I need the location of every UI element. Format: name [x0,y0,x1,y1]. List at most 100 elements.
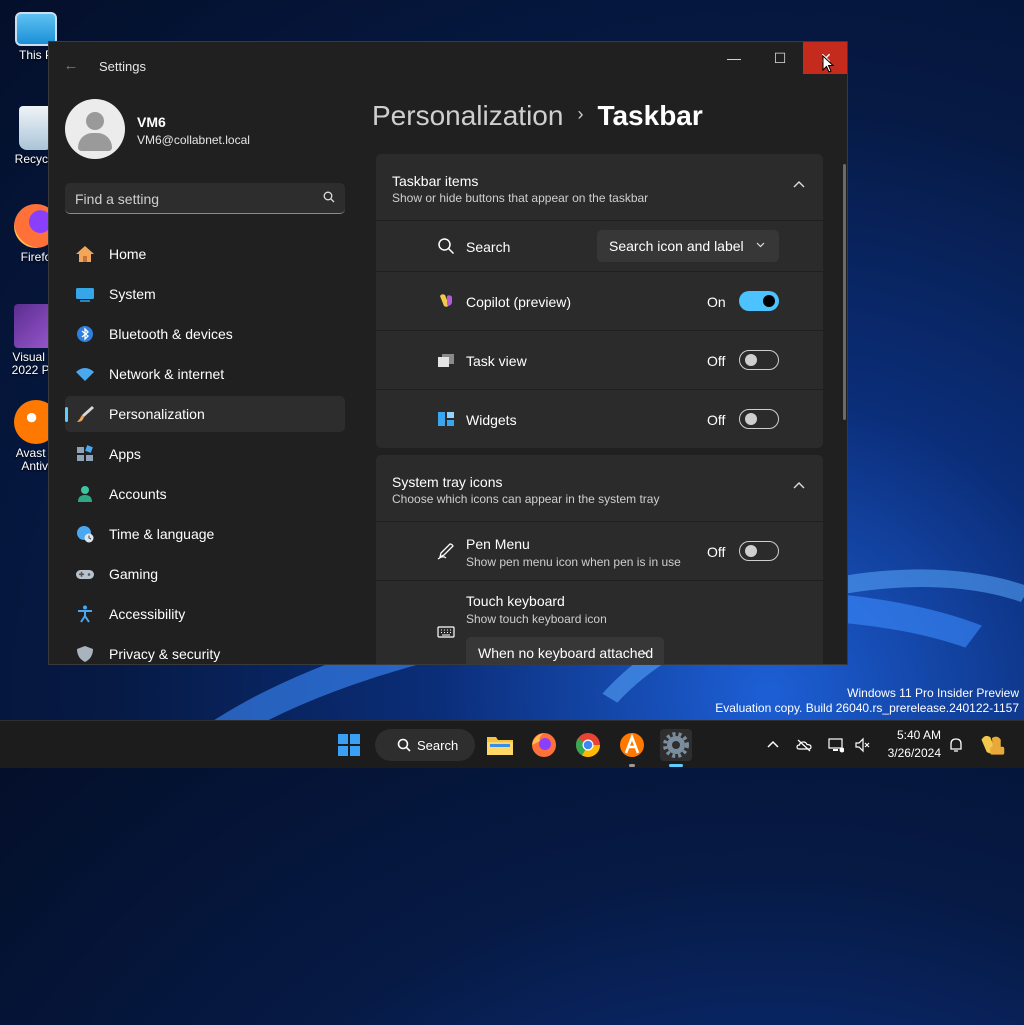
taskbar-search[interactable]: Search [375,729,475,761]
chevron-up-icon[interactable] [765,737,781,753]
sidebar-item-label: Personalization [109,406,205,422]
build-watermark: Windows 11 Pro Insider Preview Evaluatio… [715,686,1019,716]
avatar-head [86,112,104,130]
sidebar-item-accounts[interactable]: Accounts [65,476,345,512]
notification-bell-icon[interactable] [948,737,964,753]
sidebar-item-apps[interactable]: Apps [65,436,345,472]
apps-icon [77,445,93,461]
search-row-label: Search [466,239,511,255]
keyboard-icon [437,626,455,638]
toggle-knob [745,413,757,425]
copilot-pre-icon[interactable] [978,731,1006,759]
pen-icon [437,543,454,560]
search-mode-dropdown[interactable]: Search icon and label [597,230,779,262]
toggle-knob [763,295,775,307]
copilot-label: Copilot (preview) [466,294,572,310]
copilot-row: Copilot (preview) On [376,272,823,330]
volume-muted-icon[interactable] [854,737,870,753]
wifi-icon [76,368,94,381]
sidebar-item-network[interactable]: Network & internet [65,356,345,392]
toggle-knob [745,545,757,557]
search-box[interactable] [65,183,345,215]
settings-window: ← Settings — ☐ ✕ VM6 VM6@collabnet.local… [48,41,848,665]
taskbar-items-header[interactable]: Taskbar items Show or hide buttons that … [376,154,823,220]
scrollbar-thumb[interactable] [843,164,846,420]
dropdown-value: Search icon and label [609,238,744,254]
system-tray-header[interactable]: System tray icons Choose which icons can… [376,455,823,521]
sidebar-item-bluetooth[interactable]: Bluetooth & devices [65,316,345,352]
touch-keyboard-dropdown[interactable]: When no keyboard attached [466,637,664,664]
touch-keyboard-row: Touch keyboard Show touch keyboard icon … [376,581,823,664]
sidebar-item-system[interactable]: System [65,276,345,312]
toggle-state-text: On [707,294,726,310]
window-title: Settings [99,59,146,74]
clock-date[interactable]: 3/26/2024 [885,746,941,760]
avast-icon[interactable] [616,729,648,761]
bluetooth-icon [77,326,93,342]
maximize-button[interactable]: ☐ [757,42,803,74]
watermark-line: Windows 11 Pro Insider Preview [847,686,1019,700]
section-title: Taskbar items [392,173,479,189]
pen-menu-label: Pen Menu [466,536,530,552]
settings-gear-icon[interactable] [660,729,692,761]
dropdown-value: When no keyboard attached [478,645,654,661]
search-icon [438,238,455,255]
firefox-icon[interactable] [528,729,560,761]
toggle-knob [745,354,757,366]
start-icon[interactable] [333,729,365,761]
widgets-toggle[interactable] [739,409,779,429]
section-subtitle: Choose which icons can appear in the sys… [392,492,660,506]
chevron-down-icon [756,242,765,248]
user-profile[interactable]: VM6 VM6@collabnet.local [65,99,385,159]
search-icon [397,738,411,752]
sidebar-item-gaming[interactable]: Gaming [65,556,345,592]
file-explorer-icon[interactable] [484,729,516,761]
breadcrumb-parent[interactable]: Personalization [372,100,563,131]
pen-menu-description: Show pen menu icon when pen is in use [466,555,681,569]
sidebar-item-home[interactable]: Home [65,236,345,272]
chevron-up-icon[interactable] [793,481,805,489]
gamepad-icon [76,570,94,579]
sidebar-item-accessibility[interactable]: Accessibility [65,596,345,632]
widgets-icon [438,412,454,426]
clock-time[interactable]: 5:40 AM [885,728,941,742]
task-view-toggle[interactable] [739,350,779,370]
search-icon[interactable] [323,191,335,203]
section-title: System tray icons [392,474,503,490]
sidebar-nav: Home System Bluetooth & devices Network … [65,236,345,664]
chevron-down-icon [641,649,650,655]
breadcrumb-separator: › [577,104,584,124]
avatar-body [78,133,112,151]
network-icon[interactable] [828,737,844,753]
watermark-line: Evaluation copy. Build 26040.rs_prerelea… [715,701,1019,715]
back-arrow-icon[interactable]: ← [61,56,81,76]
user-email: VM6@collabnet.local [137,133,250,147]
chevron-up-icon[interactable] [793,180,805,188]
mouse-cursor-icon [822,55,834,73]
minimize-button[interactable]: — [711,42,757,74]
home-icon [76,246,94,262]
accessibility-icon [78,605,92,623]
sidebar-item-time-language[interactable]: Time & language [65,516,345,552]
search-input[interactable] [65,183,317,215]
settings-content: Taskbar items Show or hide buttons that … [376,154,823,664]
toggle-state-text: Off [707,412,726,428]
sidebar-item-personalization[interactable]: Personalization [65,396,345,432]
pen-menu-toggle[interactable] [739,541,779,561]
sidebar-item-label: Accessibility [109,606,186,622]
chrome-icon[interactable] [572,729,604,761]
title-bar[interactable]: ← Settings — ☐ ✕ [49,42,847,88]
taskbar-search-label: Search [417,738,459,753]
sidebar-item-label: Accounts [109,486,167,502]
widgets-row: Widgets Off [376,390,823,448]
system-icon [76,288,94,302]
copilot-toggle[interactable] [739,291,779,311]
sidebar-item-privacy[interactable]: Privacy & security [65,636,345,664]
sidebar-item-label: Apps [109,446,141,462]
touch-keyboard-description: Show touch keyboard icon [466,612,607,626]
sidebar-item-label: Gaming [109,566,159,582]
task-view-label: Task view [466,353,527,369]
task-view-icon [438,354,454,367]
onedrive-offline-icon[interactable] [796,737,812,753]
